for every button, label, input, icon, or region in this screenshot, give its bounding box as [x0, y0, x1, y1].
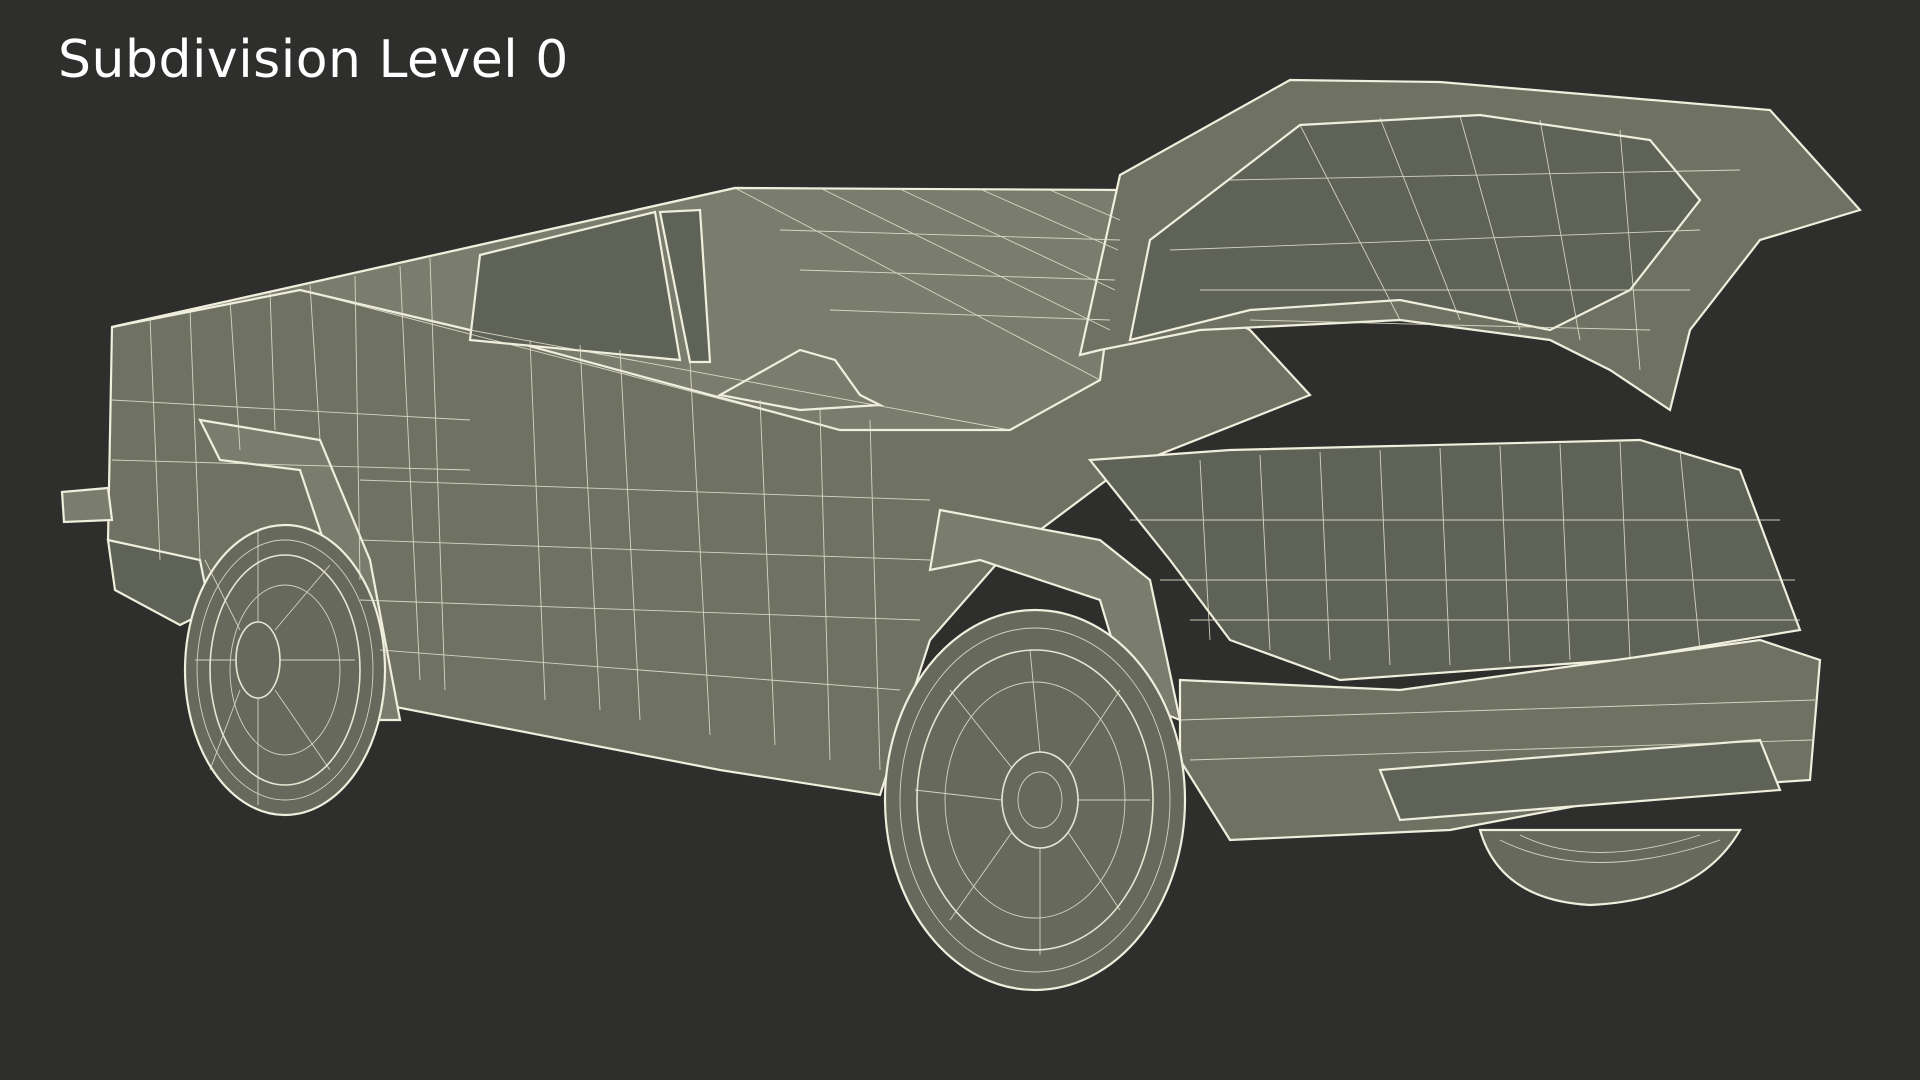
- vehicle-rear-wheel: [183, 523, 387, 817]
- vehicle-front-wheel: [883, 608, 1187, 992]
- render-viewport: Subdivision Level 0: [0, 0, 1920, 1080]
- vehicle-far-wheel: [1478, 828, 1742, 907]
- wireframe-vehicle-model: [60, 78, 1862, 992]
- vehicle-side-window: [468, 210, 682, 362]
- vehicle-rear-hitch: [60, 486, 114, 524]
